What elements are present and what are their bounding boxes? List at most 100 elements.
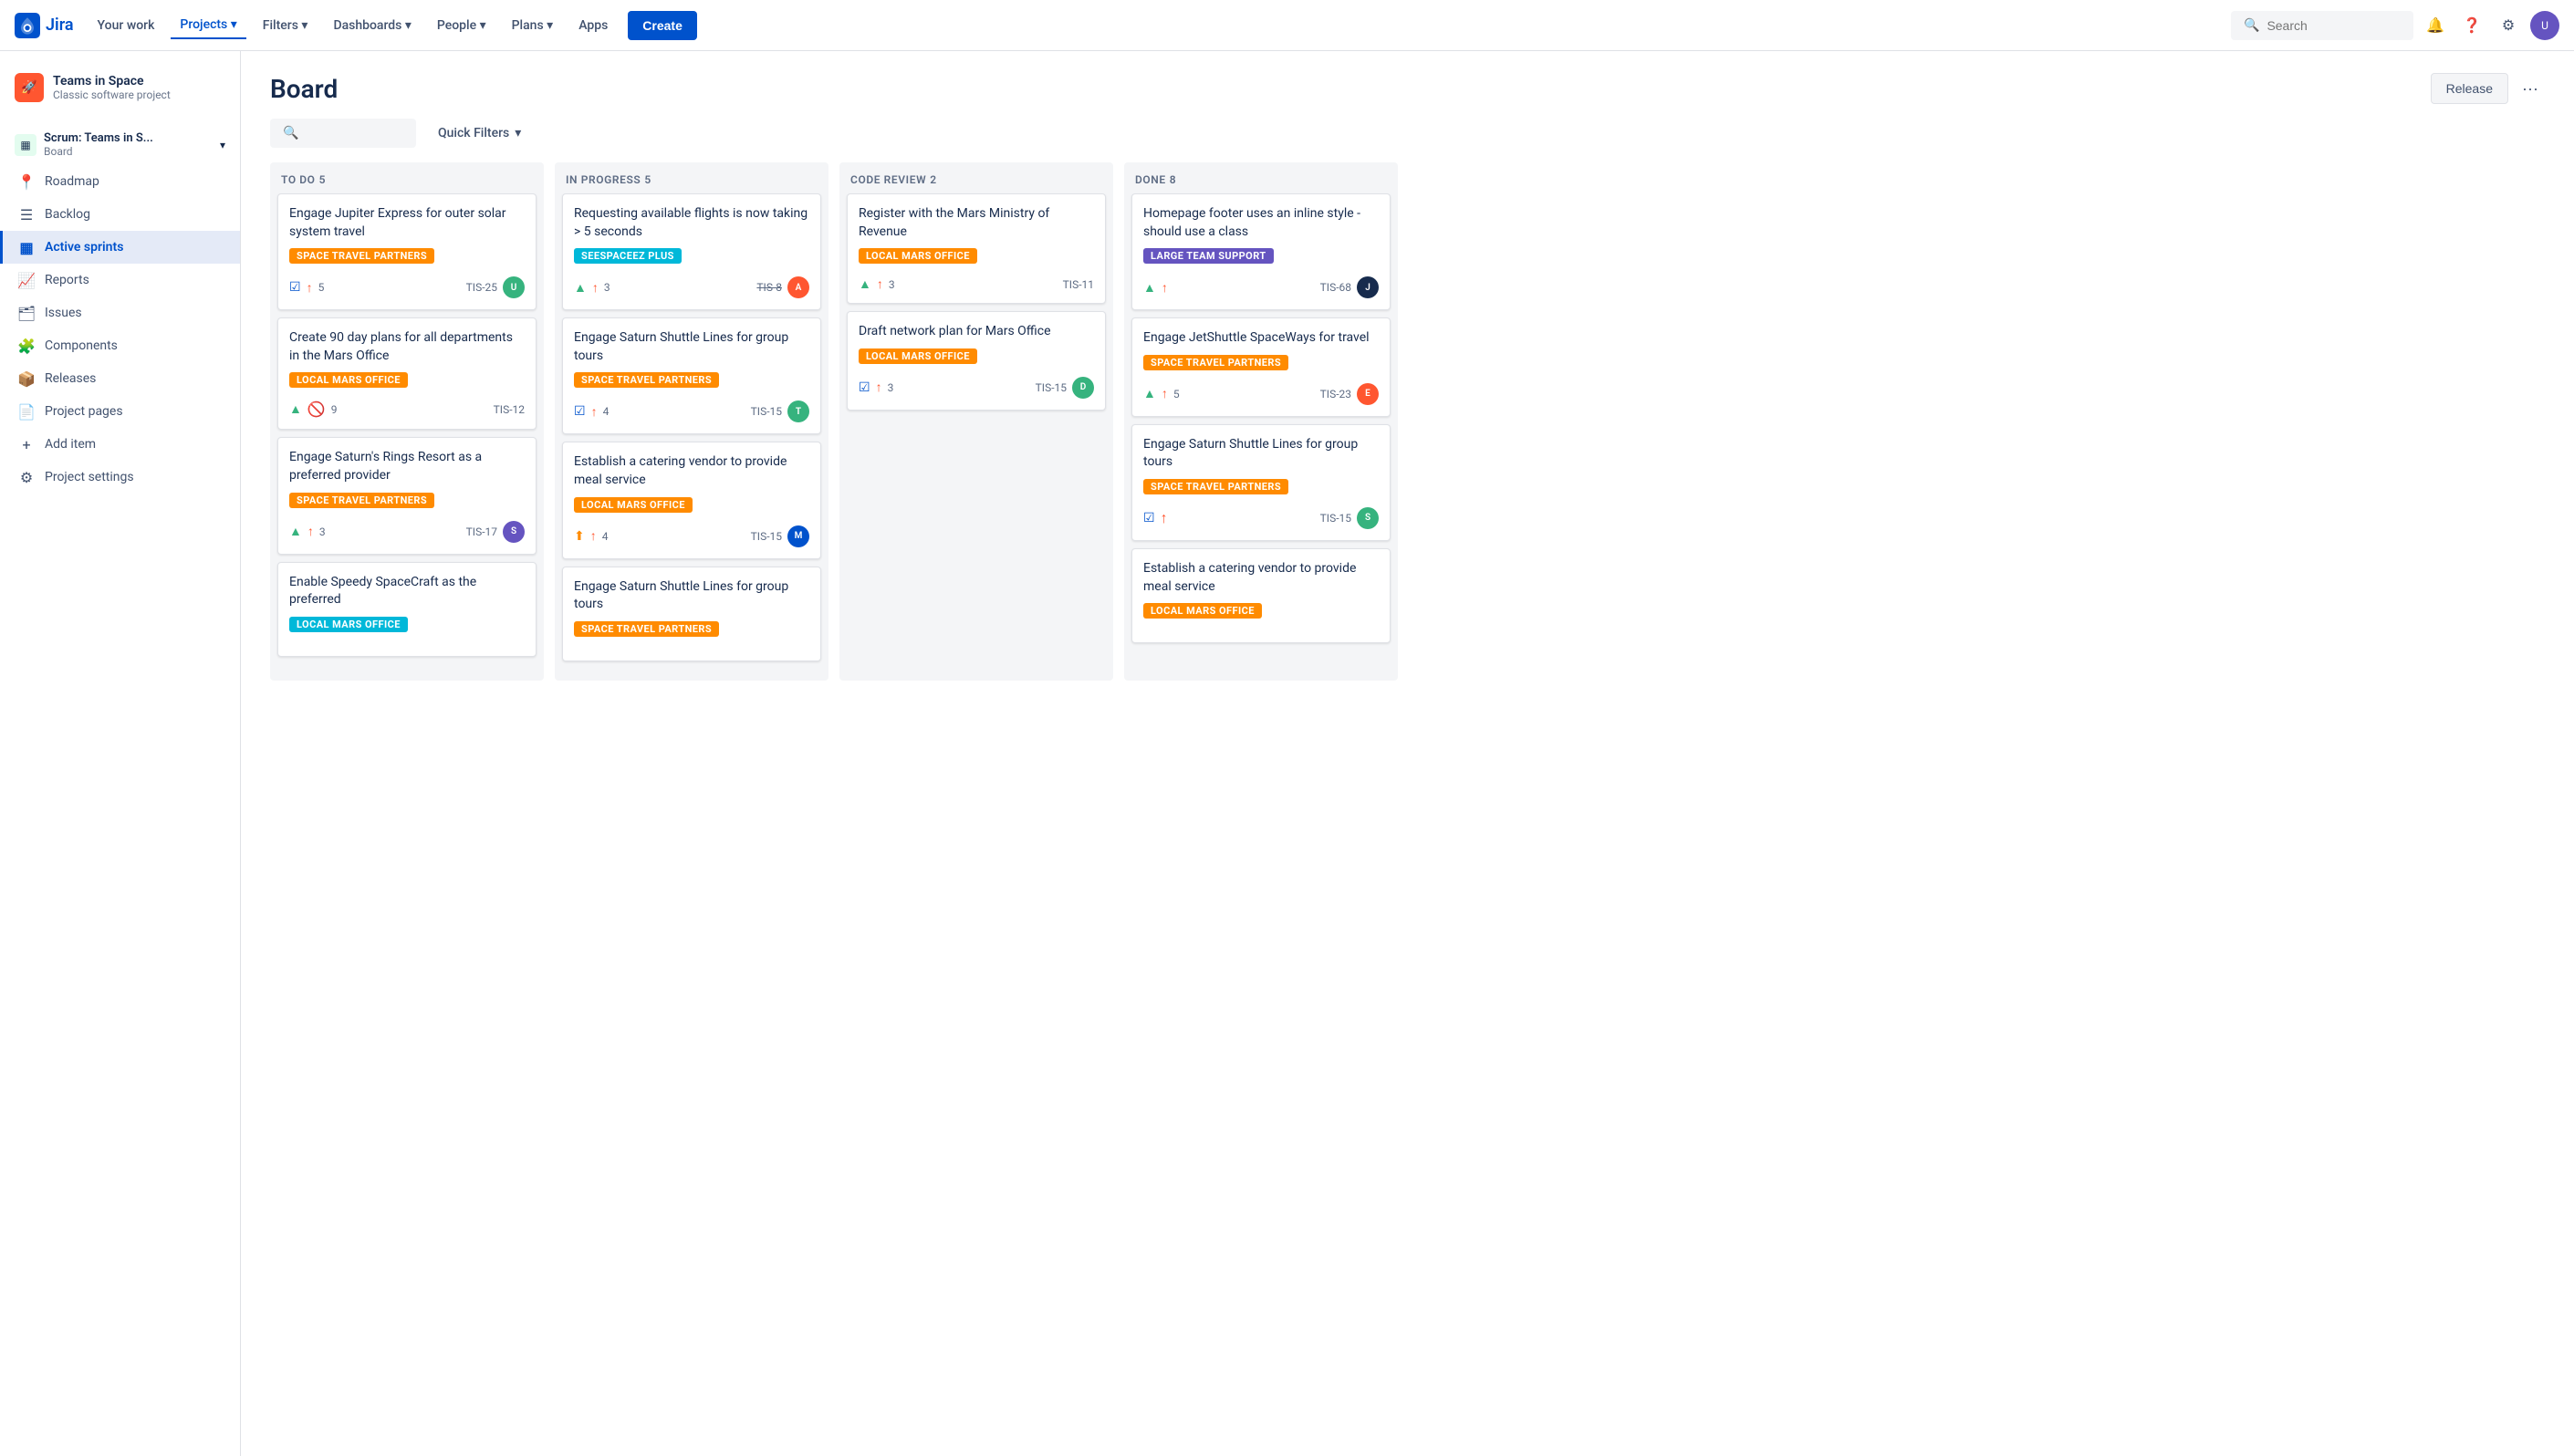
nav-your-work[interactable]: Your work (89, 13, 164, 38)
avatar: T (787, 400, 809, 422)
sidebar-item-reports[interactable]: 📈 Reports (0, 264, 240, 296)
table-row[interactable]: Create 90 day plans for all departments … (277, 317, 537, 430)
sidebar-item-project-pages[interactable]: 📄 Project pages (0, 395, 240, 428)
card-label: LOCAL MARS OFFICE (574, 497, 693, 513)
column-codereview: CODE REVIEW 2 Register with the Mars Min… (839, 162, 1113, 681)
quick-filters-button[interactable]: Quick Filters ▾ (427, 119, 532, 148)
table-row[interactable]: Engage Jupiter Express for outer solar s… (277, 193, 537, 310)
roadmap-icon: 📍 (17, 172, 36, 191)
sidebar-item-releases[interactable]: 📦 Releases (0, 362, 240, 395)
card-title: Engage Jupiter Express for outer solar s… (289, 205, 525, 241)
sidebar-item-active-sprints[interactable]: ▦ Active sprints (0, 231, 240, 264)
user-avatar[interactable]: U (2530, 11, 2559, 40)
table-row[interactable]: Engage Saturn's Rings Resort as a prefer… (277, 437, 537, 554)
project-name: Teams in Space (53, 74, 171, 88)
card-id: TIS-23 (1320, 388, 1351, 400)
top-navigation: Jira Your work Projects ▾ Filters ▾ Dash… (0, 0, 2574, 51)
card-meta: ▲ ↑ TIS-68 J (1143, 276, 1379, 298)
checkbox-icon: ☑ (574, 404, 586, 419)
column-count: 5 (644, 173, 651, 186)
logo-text: Jira (46, 16, 74, 35)
nav-projects[interactable]: Projects ▾ (171, 12, 245, 39)
avatar: U (503, 276, 525, 298)
chevron-down-icon: ▾ (515, 126, 521, 140)
create-button[interactable]: Create (628, 11, 697, 40)
card-title: Homepage footer uses an inline style - s… (1143, 205, 1379, 241)
table-row[interactable]: Draft network plan for Mars Office LOCAL… (847, 311, 1106, 411)
sidebar-item-issues[interactable]: 🗂 Issues (0, 296, 240, 329)
notifications-button[interactable]: 🔔 (2421, 11, 2450, 40)
table-row[interactable]: Engage Saturn Shuttle Lines for group to… (562, 317, 821, 434)
story-icon: ▲ (289, 401, 302, 417)
table-row[interactable]: Engage Saturn Shuttle Lines for group to… (562, 567, 821, 661)
card-meta: ▲ ↑ 3 TIS-11 (859, 276, 1094, 292)
scrum-icon: ▦ (15, 134, 36, 156)
column-done: DONE 8 Homepage footer uses an inline st… (1124, 162, 1398, 681)
scrum-label: Scrum: Teams in S... Board (44, 131, 153, 158)
nav-people[interactable]: People ▾ (428, 13, 495, 38)
table-row[interactable]: Homepage footer uses an inline style - s… (1131, 193, 1391, 310)
table-row[interactable]: Engage Saturn Shuttle Lines for group to… (1131, 424, 1391, 541)
nav-logo[interactable]: Jira (15, 13, 74, 38)
sidebar-item-label: Reports (45, 273, 89, 287)
checkbox-icon: ☑ (289, 280, 301, 295)
project-type: Classic software project (53, 88, 171, 101)
card-id: TIS-15 (751, 530, 782, 543)
story-icon: ▲ (289, 524, 302, 539)
table-row[interactable]: Establish a catering vendor to provide m… (1131, 548, 1391, 643)
nav-plans[interactable]: Plans ▾ (503, 13, 563, 38)
sidebar-item-components[interactable]: 🧩 Components (0, 329, 240, 362)
column-cards-inprogress: Requesting available flights is now taki… (555, 193, 828, 669)
column-inprogress: IN PROGRESS 5 Requesting available fligh… (555, 162, 828, 681)
nav-apps[interactable]: Apps (569, 13, 617, 38)
column-title: CODE REVIEW (850, 173, 926, 186)
search-input[interactable] (2267, 18, 2394, 33)
sidebar-item-add-item[interactable]: + Add item (0, 428, 240, 461)
release-button[interactable]: Release (2431, 73, 2508, 104)
card-count: 3 (604, 281, 610, 294)
scrum-nav[interactable]: ▦ Scrum: Teams in S... Board ▾ (0, 124, 240, 165)
nav-dashboards[interactable]: Dashboards ▾ (324, 13, 420, 38)
issues-icon: 🗂 (17, 304, 36, 322)
checkbox-icon: ☑ (1143, 511, 1155, 525)
card-meta: ☑ ↑ 4 TIS-15 T (574, 400, 809, 422)
table-row[interactable]: Engage JetShuttle SpaceWays for travel S… (1131, 317, 1391, 417)
card-title: Establish a catering vendor to provide m… (1143, 560, 1379, 596)
table-row[interactable]: Enable Speedy SpaceCraft as the preferre… (277, 562, 537, 657)
sidebar-item-backlog[interactable]: ☰ Backlog (0, 198, 240, 231)
card-label: SPACE TRAVEL PARTNERS (289, 248, 434, 264)
card-title: Engage JetShuttle SpaceWays for travel (1143, 329, 1379, 348)
card-id: TIS-15 (1036, 381, 1067, 394)
search-bar[interactable]: 🔍 (2231, 11, 2413, 40)
more-options-button[interactable]: ··· (2516, 74, 2545, 103)
card-title: Create 90 day plans for all departments … (289, 329, 525, 365)
priority-icon: ↑ (307, 524, 314, 539)
sidebar-item-roadmap[interactable]: 📍 Roadmap (0, 165, 240, 198)
table-row[interactable]: Establish a catering vendor to provide m… (562, 442, 821, 558)
add-icon: + (17, 435, 36, 453)
sidebar-item-project-settings[interactable]: ⚙ Project settings (0, 461, 240, 494)
card-id: TIS-15 (1320, 512, 1351, 525)
board-search[interactable]: 🔍 (270, 119, 416, 148)
filters-bar: 🔍 Quick Filters ▾ (241, 119, 2574, 162)
story-icon: ▲ (1143, 280, 1156, 296)
column-cards-todo: Engage Jupiter Express for outer solar s… (270, 193, 544, 664)
card-label: SPACE TRAVEL PARTNERS (574, 372, 719, 388)
card-meta: ▲ 🚫 9 TIS-12 (289, 400, 525, 418)
avatar: E (1357, 383, 1379, 405)
column-cards-done: Homepage footer uses an inline style - s… (1124, 193, 1398, 650)
table-row[interactable]: Requesting available flights is now taki… (562, 193, 821, 310)
card-label: SPACE TRAVEL PARTNERS (1143, 355, 1288, 370)
card-meta: ⬆ ↑ 4 TIS-15 M (574, 525, 809, 547)
priority-icon: ↑ (592, 280, 599, 296)
priority-icon: ↑ (877, 276, 883, 292)
settings-button[interactable]: ⚙ (2494, 11, 2523, 40)
project-icon: 🚀 (15, 73, 44, 102)
nav-filters[interactable]: Filters ▾ (254, 13, 318, 38)
column-count: 5 (319, 173, 326, 186)
help-button[interactable]: ❓ (2457, 11, 2486, 40)
table-row[interactable]: Register with the Mars Ministry of Reven… (847, 193, 1106, 304)
card-id: TIS-68 (1320, 281, 1351, 294)
card-title: Requesting available flights is now taki… (574, 205, 809, 241)
releases-icon: 📦 (17, 369, 36, 388)
